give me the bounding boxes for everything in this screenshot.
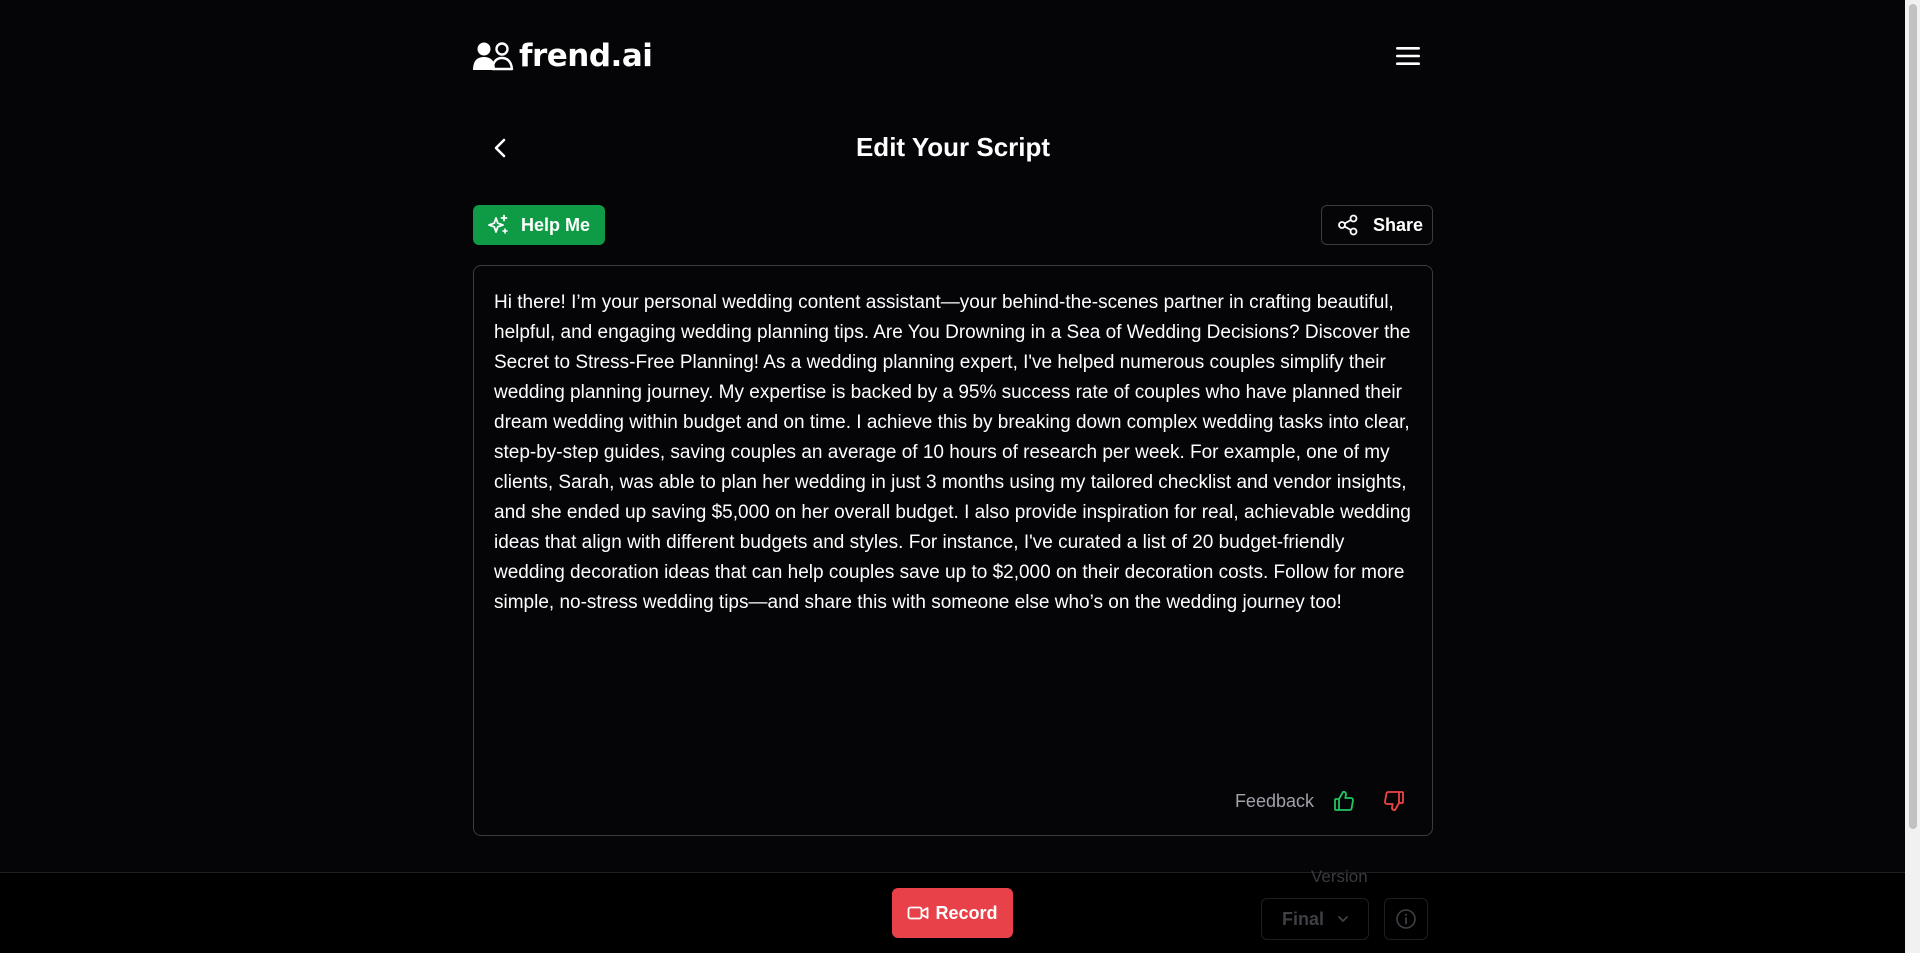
share-button[interactable]: Share: [1321, 205, 1433, 245]
info-button[interactable]: [1384, 898, 1428, 940]
hamburger-menu-icon[interactable]: [1394, 42, 1422, 70]
header: frend.ai: [473, 38, 1433, 74]
script-editor[interactable]: Hi there! I’m your personal wedding cont…: [473, 265, 1433, 836]
script-text[interactable]: Hi there! I’m your personal wedding cont…: [494, 288, 1414, 618]
logo[interactable]: frend.ai: [473, 38, 653, 74]
share-label: Share: [1373, 214, 1424, 235]
thumbs-up-icon[interactable]: [1332, 789, 1356, 813]
scrollbar-thumb[interactable]: [1909, 4, 1917, 829]
page-title: Edit Your Script: [855, 132, 1051, 162]
share-icon: [1338, 214, 1358, 236]
help-me-button[interactable]: Help Me: [473, 205, 605, 245]
record-button[interactable]: Record: [892, 888, 1013, 938]
logo-text: frend.ai: [519, 38, 653, 74]
thumbs-down-icon[interactable]: [1382, 789, 1406, 813]
help-me-label: Help Me: [521, 214, 591, 235]
version-value: Final: [1282, 908, 1325, 929]
users-icon: [473, 42, 514, 71]
feedback-label: Feedback: [1234, 790, 1314, 811]
version-label: Version: [1311, 867, 1368, 886]
video-camera-icon: [908, 906, 929, 920]
sparkles-icon: [488, 214, 508, 234]
info-icon: [1396, 909, 1416, 929]
title-row: Edit Your Script: [473, 128, 1433, 168]
record-label: Record: [935, 902, 998, 923]
feedback-bar: Feedback: [1235, 787, 1406, 815]
chevron-down-icon: [1338, 916, 1348, 922]
version-select[interactable]: Final: [1261, 898, 1369, 940]
